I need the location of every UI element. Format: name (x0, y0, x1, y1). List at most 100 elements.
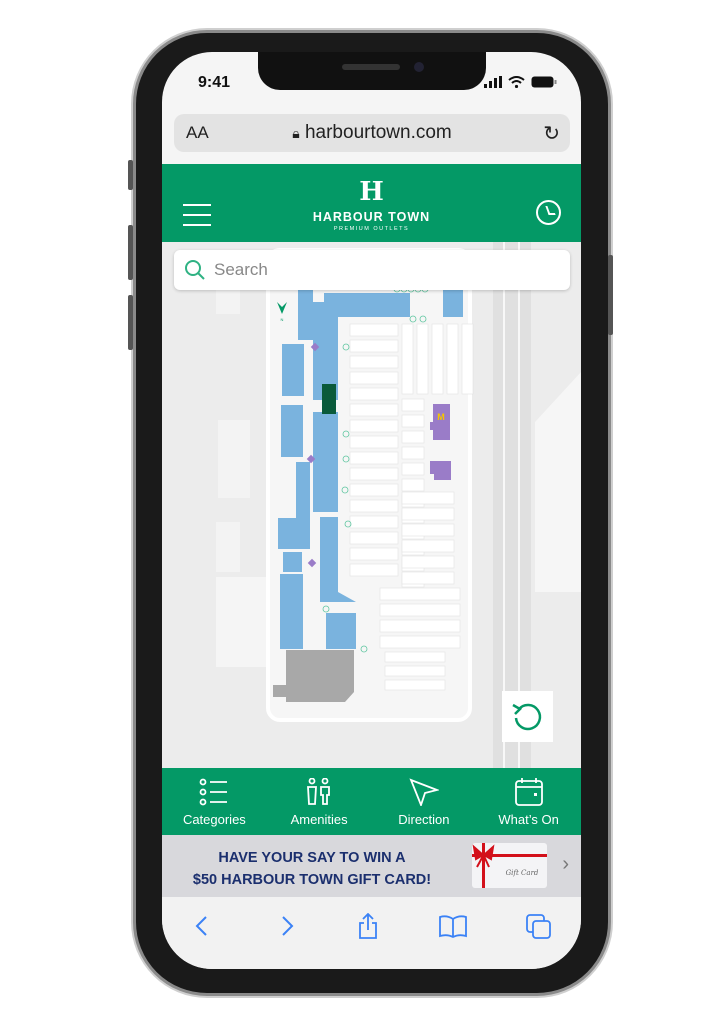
power-button (608, 255, 613, 335)
parking-row (349, 387, 399, 401)
promo-banner[interactable]: HAVE YOUR SAY TO WIN A $50 HARBOUR TOWN G… (162, 835, 581, 897)
parking-row (401, 507, 455, 521)
mall-map[interactable]: M N (162, 242, 581, 768)
parking-row (379, 619, 461, 633)
parking-row (401, 323, 414, 395)
promo-text: HAVE YOUR SAY TO WIN A $50 HARBOUR TOWN G… (192, 850, 432, 888)
battery-icon (531, 76, 557, 88)
tab-direction[interactable]: Direction (372, 768, 477, 835)
safari-toolbar (162, 897, 581, 969)
parking-row (379, 635, 461, 649)
list-icon (199, 778, 228, 806)
navigation-arrow-icon (409, 778, 439, 806)
search-icon (185, 260, 205, 280)
restaurant-building (430, 404, 450, 440)
status-icons (484, 76, 557, 88)
volume-up-button (128, 225, 133, 280)
parking-row (401, 491, 455, 505)
outbuilding (216, 577, 270, 667)
parking-row (401, 430, 425, 444)
store-block (313, 412, 338, 512)
parking-row (384, 651, 446, 663)
parking-row (384, 679, 446, 691)
parking-row (349, 499, 399, 513)
restaurant-logo: M (437, 412, 445, 422)
bottom-tab-bar: Categories Amenities Direction What’s On (162, 768, 581, 835)
parking-row (379, 603, 461, 617)
store-block (326, 613, 356, 649)
store-block (282, 344, 304, 396)
svg-text:N: N (281, 317, 284, 322)
parking-row (401, 446, 425, 460)
notch (258, 52, 486, 90)
app-header: H HARBOUR TOWN PREMIUM OUTLETS (162, 164, 581, 242)
logo[interactable]: H HARBOUR TOWN PREMIUM OUTLETS (162, 178, 581, 232)
parking-row (349, 355, 399, 369)
parking-row (349, 467, 399, 481)
store-block (280, 574, 303, 649)
gift-card-image: Gift Card (472, 843, 547, 888)
parking-row (401, 555, 455, 569)
tab-amenities[interactable]: Amenities (267, 768, 372, 835)
chevron-right-icon[interactable]: › (562, 853, 569, 876)
svg-text:Gift Card: Gift Card (506, 869, 539, 877)
restroom-icon (307, 778, 331, 805)
screen: 9:41 AA 🔒︎ harbourtown.com ↻ H HARBOUR T… (162, 52, 581, 969)
parking-row (349, 451, 399, 465)
outbuilding (218, 420, 250, 498)
parking-row (401, 478, 425, 492)
parking-row (379, 587, 461, 601)
share-icon[interactable] (355, 913, 381, 939)
parking-row (349, 403, 399, 417)
url-text: harbourtown.com (304, 122, 452, 143)
status-time: 9:41 (198, 74, 231, 91)
parking-row (349, 531, 399, 545)
wifi-icon (508, 76, 525, 88)
parking-row (349, 435, 399, 449)
search-placeholder: Search (214, 260, 268, 279)
parking-row (349, 339, 399, 353)
tabs-icon[interactable] (525, 913, 553, 939)
parking-row (384, 665, 446, 677)
store-block (278, 518, 310, 549)
parking-row (401, 523, 455, 537)
store-block (296, 462, 310, 522)
highway (493, 242, 531, 768)
parking-row (401, 571, 455, 585)
reload-icon[interactable]: ↻ (543, 121, 560, 146)
parking-row (349, 563, 399, 577)
volume-down-button (128, 295, 133, 350)
parking-row (431, 323, 444, 395)
clock-icon[interactable] (536, 200, 561, 225)
parking-row (349, 515, 399, 529)
info-kiosk (322, 384, 336, 414)
reset-map-button[interactable] (502, 691, 553, 742)
calendar-icon (514, 778, 543, 806)
tab-categories[interactable]: Categories (162, 768, 267, 835)
mute-switch (128, 160, 133, 190)
parking-row (349, 419, 399, 433)
signal-icon (484, 76, 502, 88)
parking-row (401, 462, 425, 476)
back-icon[interactable] (190, 913, 216, 939)
parking-row (416, 323, 429, 395)
parking-row (446, 323, 459, 395)
search-input[interactable]: Search (174, 250, 570, 290)
address-bar[interactable]: AA 🔒︎ harbourtown.com ↻ (174, 114, 570, 152)
parking-row (401, 414, 425, 428)
parking-row (349, 483, 399, 497)
lock-icon: 🔒︎ (292, 125, 300, 141)
parking-row (401, 398, 425, 412)
rotate-icon (512, 703, 542, 731)
parking-row (401, 539, 455, 553)
forward-icon[interactable] (273, 913, 299, 939)
store-block (281, 405, 303, 457)
tab-whats-on[interactable]: What’s On (476, 768, 581, 835)
map-canvas[interactable]: M N (162, 242, 581, 768)
store-block (283, 552, 302, 572)
outbuilding (216, 522, 240, 572)
bookmarks-icon[interactable] (438, 913, 468, 939)
parking-row (349, 323, 399, 337)
parking-row (349, 547, 399, 561)
store-block (443, 287, 463, 317)
